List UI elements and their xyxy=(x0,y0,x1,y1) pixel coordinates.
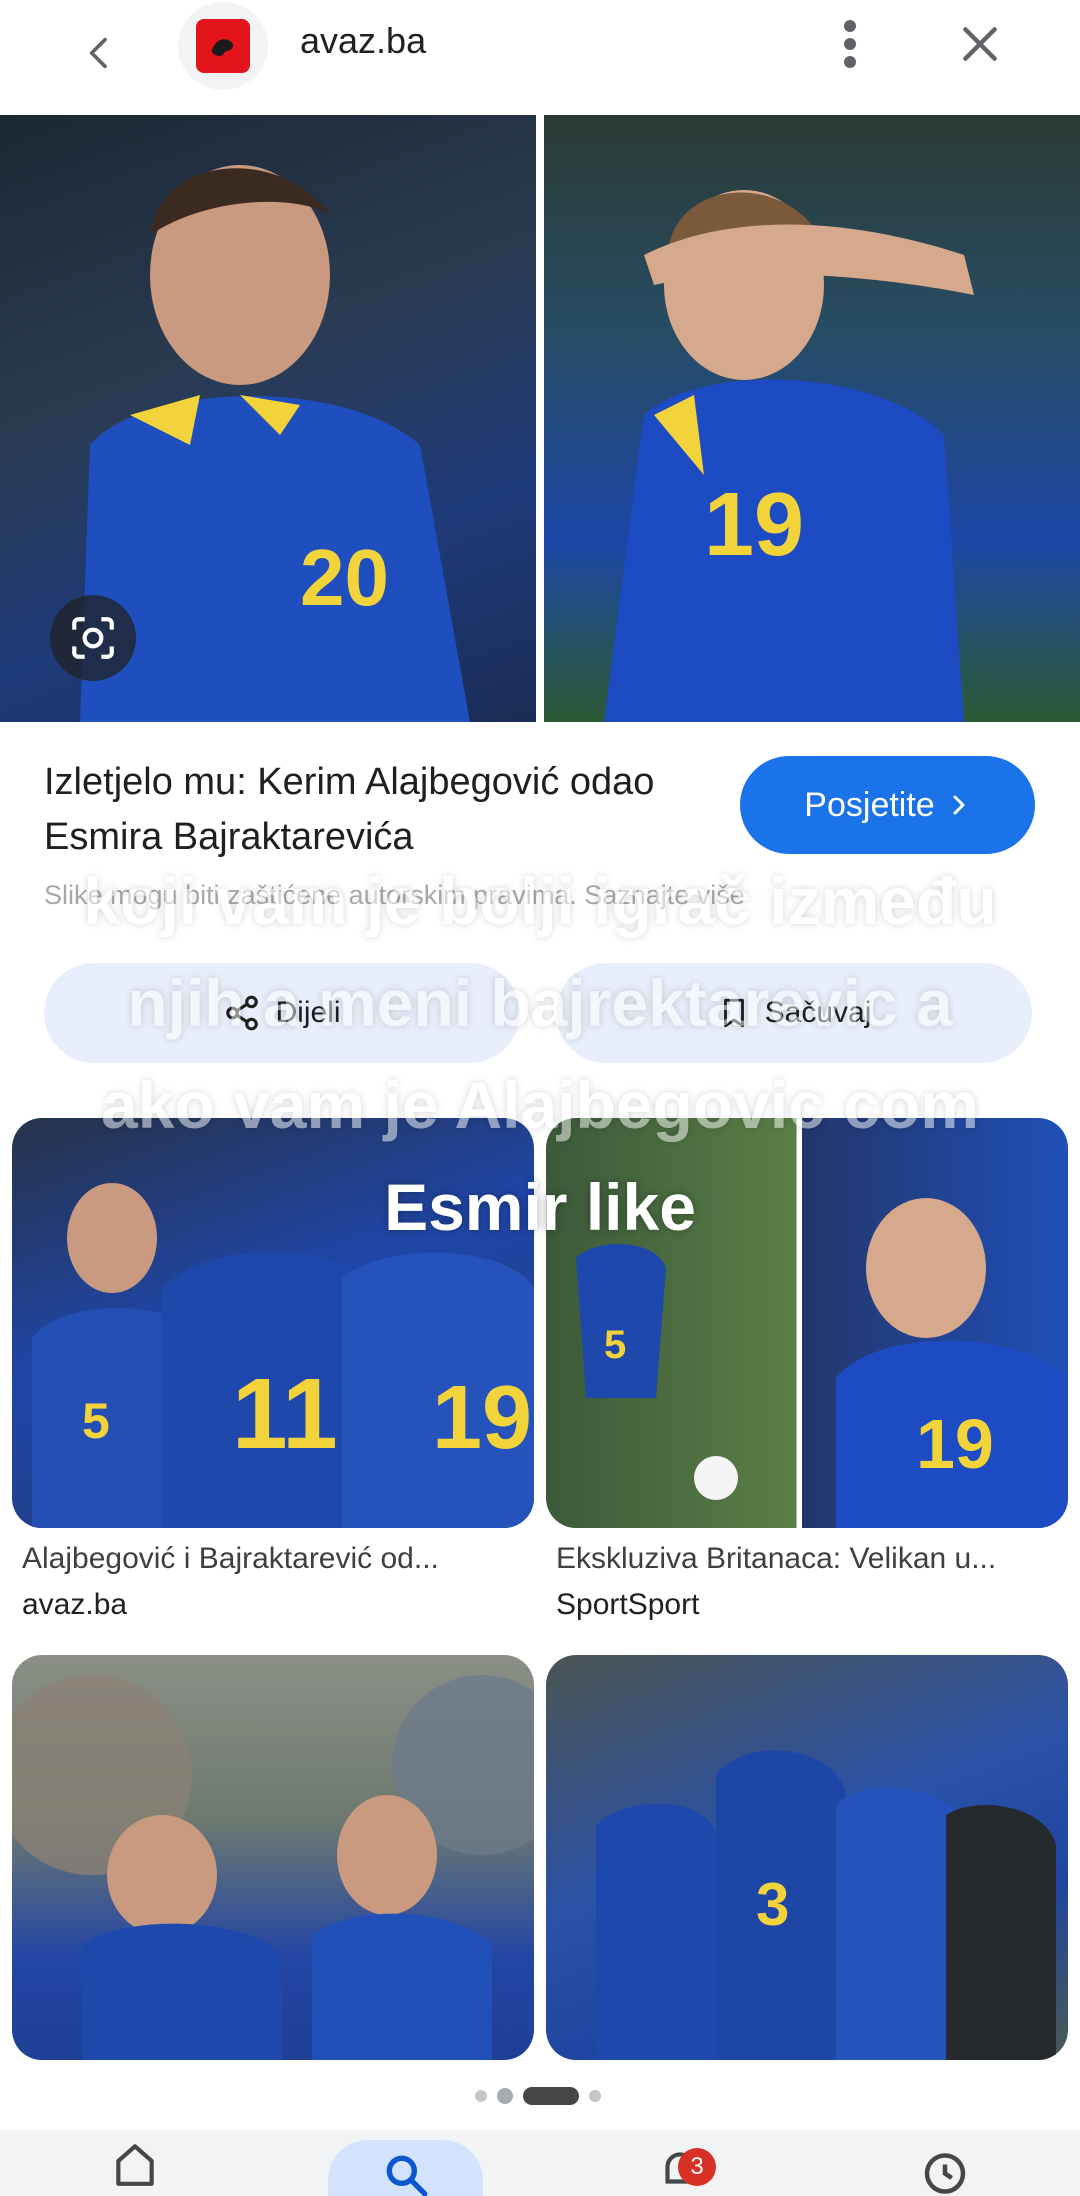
page-dot-active xyxy=(523,2087,579,2105)
svg-text:5: 5 xyxy=(604,1323,626,1367)
bottom-navigation xyxy=(0,2130,1080,2196)
overlay-line: ako vam je Alajbegovic com xyxy=(101,1068,979,1142)
page-dot xyxy=(589,2090,601,2102)
svg-text:20: 20 xyxy=(300,533,389,622)
overlay-caption: koji vam je bolji igrač između njih a me… xyxy=(30,850,1050,1258)
page-dot xyxy=(497,2088,513,2104)
svg-text:19: 19 xyxy=(916,1405,994,1483)
site-favicon xyxy=(178,2,268,90)
top-bar: avaz.ba xyxy=(0,0,1080,115)
nav-home[interactable] xyxy=(100,2138,170,2196)
related-thumbnail xyxy=(12,1655,534,2060)
related-caption: Alajbegović i Bajraktarević od... xyxy=(22,1542,439,1575)
related-card[interactable]: 3 xyxy=(546,1655,1068,2060)
page-dot xyxy=(475,2090,487,2102)
lens-search-icon xyxy=(72,617,114,659)
result-title[interactable]: Izletjelo mu: Kerim Alajbegović odao Esm… xyxy=(44,755,684,865)
related-thumbnail: 3 xyxy=(546,1655,1068,2060)
site-name[interactable]: avaz.ba xyxy=(300,20,426,62)
related-source: SportSport xyxy=(556,1588,700,1621)
svg-text:3: 3 xyxy=(756,1871,789,1938)
dragon-logo-icon xyxy=(211,39,233,56)
svg-text:5: 5 xyxy=(82,1393,110,1449)
lens-button[interactable] xyxy=(50,595,136,681)
related-source: avaz.ba xyxy=(22,1588,128,1621)
chevron-left-icon xyxy=(89,37,107,69)
svg-text:11: 11 xyxy=(232,1358,338,1470)
overlay-line: koji vam je bolji igrač između xyxy=(83,864,997,938)
close-icon xyxy=(963,27,997,61)
related-caption: Ekskluziva Britanaca: Velikan u... xyxy=(556,1542,997,1575)
page-indicator xyxy=(475,2086,615,2106)
more-options-button[interactable] xyxy=(820,14,880,74)
svg-text:19: 19 xyxy=(704,475,804,575)
history-icon xyxy=(924,2153,966,2194)
close-button[interactable] xyxy=(950,14,1010,74)
related-card[interactable] xyxy=(12,1655,534,2060)
visit-button[interactable]: Posjetite xyxy=(740,756,1035,854)
more-vert-icon xyxy=(844,20,856,68)
player-photo-illustration-2: 19 xyxy=(604,190,974,722)
search-icon xyxy=(386,2155,427,2196)
back-button[interactable] xyxy=(70,18,130,88)
overlay-line: njih a meni bajrektarevic a xyxy=(127,966,953,1040)
nav-activity[interactable] xyxy=(905,2138,985,2196)
hero-image[interactable]: 20 19 xyxy=(0,115,1080,722)
svg-text:19: 19 xyxy=(432,1368,532,1468)
visit-label: Posjetite xyxy=(804,785,935,824)
chevron-right-icon xyxy=(953,795,965,815)
overlay-line: Esmir like xyxy=(384,1170,696,1244)
hero-image-left: 20 xyxy=(0,115,536,722)
nav-search[interactable] xyxy=(328,2140,483,2196)
notification-badge: 3 xyxy=(678,2148,716,2186)
home-icon xyxy=(116,2144,154,2186)
hero-image-right: 19 xyxy=(544,115,1080,722)
